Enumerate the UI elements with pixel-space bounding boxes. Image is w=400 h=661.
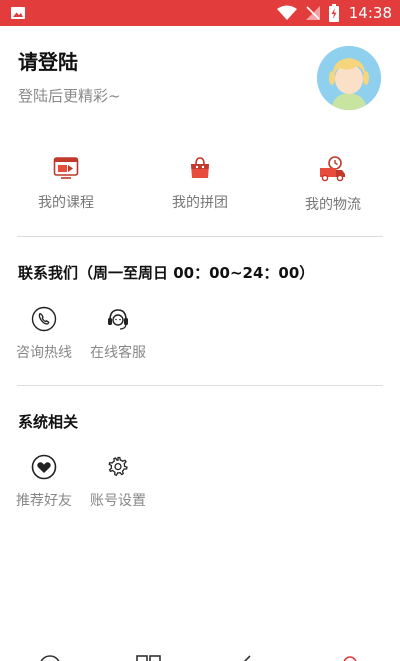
avatar-icon	[317, 46, 381, 110]
bottom-nav	[0, 646, 400, 661]
divider	[17, 236, 383, 237]
online-service-label: 在线客服	[90, 345, 146, 361]
headset-icon	[108, 309, 128, 330]
hotline-label: 咨询热线	[16, 345, 72, 361]
login-subtitle: 登陆后更精彩~	[18, 87, 121, 105]
grid-icon[interactable]	[136, 654, 162, 661]
status-bar: 14:38	[0, 0, 400, 26]
gear-icon	[108, 456, 128, 476]
my-group-buy-button[interactable]: 我的拼团	[140, 150, 260, 212]
divider	[17, 385, 383, 386]
heart-icon	[31, 454, 57, 480]
battery-charging-icon	[328, 4, 339, 22]
my-group-buy-label: 我的拼团	[172, 195, 228, 211]
account-settings-button[interactable]: 账号设置	[88, 454, 148, 510]
my-logistics-label: 我的物流	[305, 197, 361, 213]
online-service-button[interactable]: 在线客服	[88, 306, 148, 362]
status-time: 14:38	[348, 4, 392, 22]
account-settings-label: 账号设置	[90, 493, 146, 509]
login-title[interactable]: 请登陆	[18, 46, 78, 75]
profile-icon[interactable]	[338, 654, 362, 661]
home-icon[interactable]	[38, 654, 62, 661]
avatar[interactable]	[317, 46, 381, 110]
system-section-title: 系统相关	[18, 413, 79, 431]
contact-section-title: 联系我们（周一至周日 00：00~24：00）	[18, 264, 315, 282]
delivery-truck-icon	[320, 156, 345, 182]
image-icon	[11, 7, 25, 19]
my-logistics-button[interactable]: 我的物流	[273, 150, 393, 214]
shopping-bag-icon	[191, 157, 209, 178]
phone-icon	[31, 306, 57, 332]
wifi-icon	[276, 5, 297, 20]
my-courses-button[interactable]: 我的课程	[6, 150, 126, 212]
recommend-friend-button[interactable]: 推荐好友	[14, 454, 74, 510]
recommend-friend-label: 推荐好友	[16, 493, 72, 509]
signal-off-icon	[305, 6, 320, 20]
my-courses-label: 我的课程	[38, 195, 94, 211]
hotline-button[interactable]: 咨询热线	[14, 306, 74, 362]
profile-header[interactable]: 请登陆 登陆后更精彩~	[0, 26, 400, 126]
video-course-icon	[53, 157, 79, 179]
quick-actions: 我的课程 我的拼团 我的物流	[0, 150, 400, 220]
edit-icon[interactable]	[236, 654, 260, 661]
